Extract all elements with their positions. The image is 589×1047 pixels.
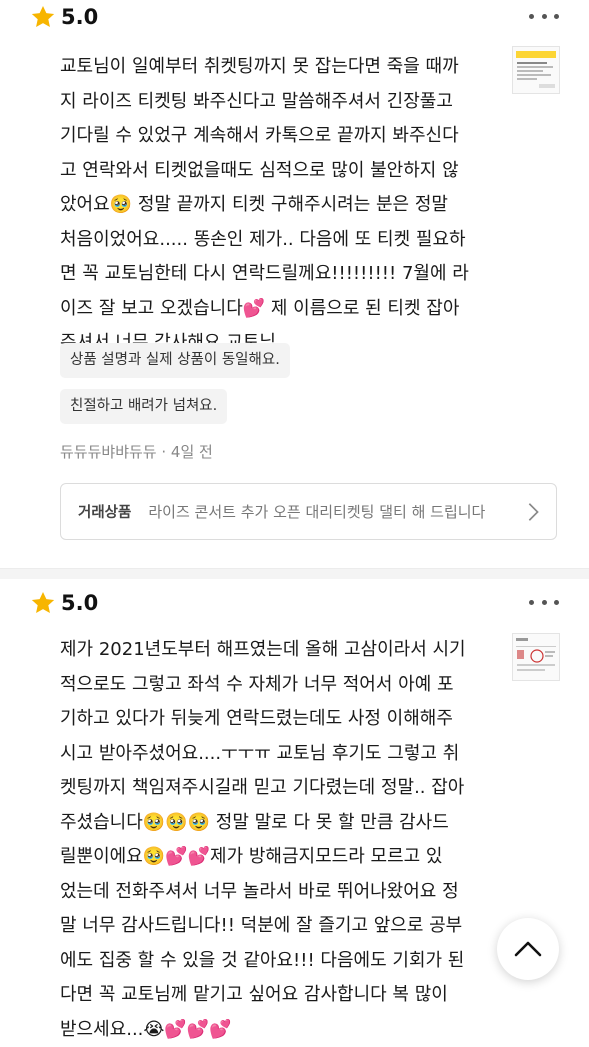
review-tag: 친절하고 배려가 넘쳐요. — [60, 389, 228, 424]
rating: 5.0 — [30, 588, 98, 618]
review-text: 교토님이 일예부터 취켓팅까지 못 잡는다면 죽을 때까 지 라이즈 티켓팅 봐… — [60, 56, 469, 353]
review-meta: 듀듀듀뱌뱌듀듀 · 4일 전 — [60, 442, 213, 462]
more-icon[interactable] — [529, 592, 559, 612]
star-icon — [31, 591, 55, 613]
review-photo[interactable] — [512, 46, 560, 94]
review-text: 제가 2021년도부터 해프였는데 올해 고삼이라서 시기 적으로도 그렇고 좌… — [60, 639, 466, 1040]
rating-value: 5.0 — [61, 591, 99, 615]
section-divider — [0, 568, 589, 579]
scroll-to-top-button[interactable] — [497, 918, 559, 980]
more-icon[interactable] — [529, 6, 559, 26]
product-link[interactable]: 거래상품 라이즈 콘서트 추가 오픈 대리티켓팅 댈티 해 드립니다 — [60, 483, 557, 540]
review-photo[interactable] — [512, 633, 560, 681]
product-title: 라이즈 콘서트 추가 오픈 대리티켓팅 댈티 해 드립니다 — [148, 503, 486, 521]
author-name[interactable]: 듀듀듀뱌뱌듀듀 — [60, 443, 157, 461]
product-label: 거래상품 — [78, 505, 132, 521]
review-time: · 4일 전 — [161, 443, 213, 461]
review-tag: 상품 설명과 실제 상품이 동일해요. — [60, 343, 290, 378]
rating: 5.0 — [30, 2, 98, 32]
chevron-right-icon — [528, 502, 539, 521]
star-icon — [31, 5, 55, 27]
chevron-up-icon — [514, 941, 542, 957]
rating-value: 5.0 — [61, 5, 99, 29]
